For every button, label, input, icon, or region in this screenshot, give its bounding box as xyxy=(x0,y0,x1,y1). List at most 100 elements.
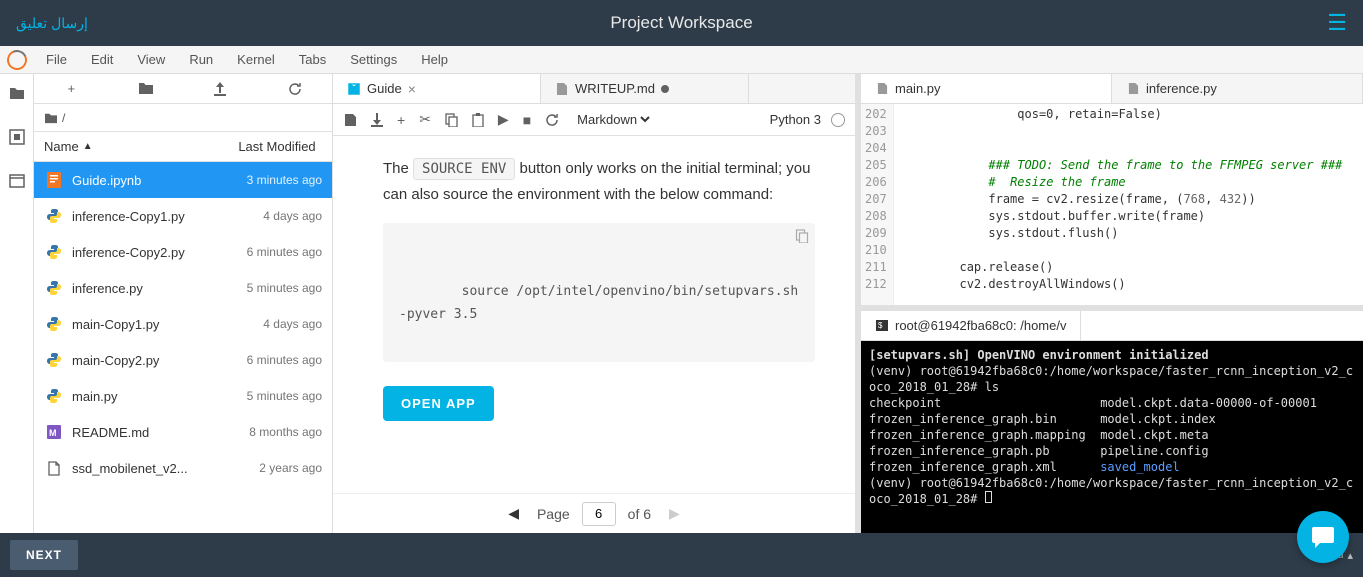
file-list-header[interactable]: Name ▲ Last Modified xyxy=(34,132,332,162)
run-button[interactable]: ▶ xyxy=(498,111,509,128)
guide-paragraph: The SOURCE ENV button only works on the … xyxy=(383,156,815,207)
file-row[interactable]: inference-Copy1.py4 days ago xyxy=(34,198,332,234)
file-modified: 5 minutes ago xyxy=(222,389,322,403)
menu-view[interactable]: View xyxy=(125,48,177,71)
file-type-icon xyxy=(44,389,64,403)
tab-writeup-md[interactable]: WRITEUP.md xyxy=(541,74,749,103)
file-modified: 4 days ago xyxy=(222,317,322,331)
file-type-icon xyxy=(44,317,64,331)
folder-icon[interactable] xyxy=(8,84,26,102)
editor-tabs: main.pyinference.py xyxy=(861,74,1363,104)
file-type-icon xyxy=(44,281,64,295)
file-modified: 8 months ago xyxy=(222,425,322,439)
stop-button[interactable]: ■ xyxy=(523,112,531,128)
kernel-name[interactable]: Python 3 xyxy=(770,112,821,127)
menu-bar: FileEditViewRunKernelTabsSettingsHelp xyxy=(0,46,1363,74)
right-panel: main.pyinference.py 20220320420520620720… xyxy=(861,74,1363,533)
menu-edit[interactable]: Edit xyxy=(79,48,125,71)
chevron-up-icon: ▴ xyxy=(1347,549,1353,562)
save-button[interactable] xyxy=(343,113,357,127)
file-type-icon xyxy=(44,172,64,188)
center-panel: Guide×WRITEUP.md + ✂ ▶ ■ Markdown Python… xyxy=(333,74,861,533)
file-type-icon xyxy=(44,245,64,259)
terminal[interactable]: [setupvars.sh] OpenVINO environment init… xyxy=(861,341,1363,533)
file-modified: 3 minutes ago xyxy=(222,173,322,187)
file-name: inference-Copy2.py xyxy=(72,245,222,260)
svg-text:$: $ xyxy=(878,321,883,330)
page-input[interactable] xyxy=(582,502,616,526)
prev-page-button[interactable]: ◀ xyxy=(502,505,525,522)
file-type-icon: M xyxy=(44,425,64,439)
terminal-tab[interactable]: $ root@61942fba68c0: /home/v xyxy=(861,311,1081,340)
file-row[interactable]: main-Copy1.py4 days ago xyxy=(34,306,332,342)
copy-button[interactable] xyxy=(445,113,458,127)
file-modified: 5 minutes ago xyxy=(222,281,322,295)
notebook-toolbar: + ✂ ▶ ■ Markdown Python 3 xyxy=(333,104,855,136)
file-row[interactable]: main-Copy2.py6 minutes ago xyxy=(34,342,332,378)
file-browser: + / Name ▲ Last Modified Guide.ipynb3 mi… xyxy=(34,74,333,533)
top-bar: إرسال تعليق Project Workspace ☰ xyxy=(0,0,1363,46)
menu-tabs[interactable]: Tabs xyxy=(287,48,338,71)
cut-button[interactable]: ✂ xyxy=(419,111,431,128)
menu-kernel[interactable]: Kernel xyxy=(225,48,287,71)
file-modified: 6 minutes ago xyxy=(222,353,322,367)
kernel-status-icon[interactable] xyxy=(831,113,845,127)
copy-code-icon[interactable] xyxy=(795,229,809,243)
tab-guide[interactable]: Guide× xyxy=(333,74,541,103)
new-launcher-button[interactable]: + xyxy=(34,74,109,103)
paste-button[interactable] xyxy=(472,113,484,127)
pager: ◀ Page of 6 ▶ xyxy=(333,493,855,533)
svg-text:M: M xyxy=(49,428,57,438)
menu-run[interactable]: Run xyxy=(177,48,225,71)
file-type-icon xyxy=(44,461,64,476)
inline-code: SOURCE ENV xyxy=(413,158,515,180)
notebook-content[interactable]: The SOURCE ENV button only works on the … xyxy=(333,136,855,493)
file-row[interactable]: inference-Copy2.py6 minutes ago xyxy=(34,234,332,270)
file-icon xyxy=(1126,82,1140,96)
file-row[interactable]: ssd_mobilenet_v2...2 years ago xyxy=(34,450,332,486)
bottom-bar: NEXT Menu ▴ xyxy=(0,533,1363,577)
close-tab-icon[interactable]: × xyxy=(408,81,416,97)
menu-settings[interactable]: Settings xyxy=(338,48,409,71)
page-total: of 6 xyxy=(628,506,651,522)
feedback-link[interactable]: إرسال تعليق xyxy=(16,15,88,32)
file-row[interactable]: inference.py5 minutes ago xyxy=(34,270,332,306)
tab-inference-py[interactable]: inference.py xyxy=(1112,74,1363,103)
file-name: main-Copy1.py xyxy=(72,317,222,332)
file-modified: 6 minutes ago xyxy=(222,245,322,259)
terminal-tabs: $ root@61942fba68c0: /home/v xyxy=(861,311,1363,341)
running-icon[interactable] xyxy=(8,128,26,146)
tab-main-py[interactable]: main.py xyxy=(861,74,1112,103)
download-button[interactable] xyxy=(371,113,383,127)
menu-help[interactable]: Help xyxy=(409,48,460,71)
open-app-button[interactable]: OPEN APP xyxy=(383,386,494,421)
dirty-indicator-icon xyxy=(661,85,669,93)
new-folder-button[interactable] xyxy=(109,74,184,103)
restart-button[interactable] xyxy=(545,113,559,127)
file-row[interactable]: main.py5 minutes ago xyxy=(34,378,332,414)
jupyter-logo[interactable] xyxy=(0,50,34,70)
add-cell-button[interactable]: + xyxy=(397,112,405,128)
file-name: ssd_mobilenet_v2... xyxy=(72,461,222,476)
next-page-button[interactable]: ▶ xyxy=(663,505,686,522)
next-button[interactable]: NEXT xyxy=(10,540,78,570)
upload-button[interactable] xyxy=(183,74,258,103)
file-modified: 4 days ago xyxy=(222,209,322,223)
tab-icon xyxy=(347,82,361,96)
hamburger-icon[interactable]: ☰ xyxy=(1327,10,1347,36)
menu-file[interactable]: File xyxy=(34,48,79,71)
intercom-button[interactable] xyxy=(1297,511,1349,563)
tabs-icon[interactable] xyxy=(8,172,26,190)
tab-icon xyxy=(555,82,569,96)
code-editor[interactable]: 202203204205206207208209210211212 qos=0,… xyxy=(861,104,1363,305)
breadcrumb[interactable]: / xyxy=(34,104,332,132)
file-name: Guide.ipynb xyxy=(72,173,222,188)
file-name: README.md xyxy=(72,425,222,440)
page-label: Page xyxy=(537,506,570,522)
refresh-button[interactable] xyxy=(258,74,333,103)
cell-type-select[interactable]: Markdown xyxy=(573,111,653,128)
file-type-icon xyxy=(44,353,64,367)
file-name: inference.py xyxy=(72,281,222,296)
file-row[interactable]: M README.md8 months ago xyxy=(34,414,332,450)
file-row[interactable]: Guide.ipynb3 minutes ago xyxy=(34,162,332,198)
